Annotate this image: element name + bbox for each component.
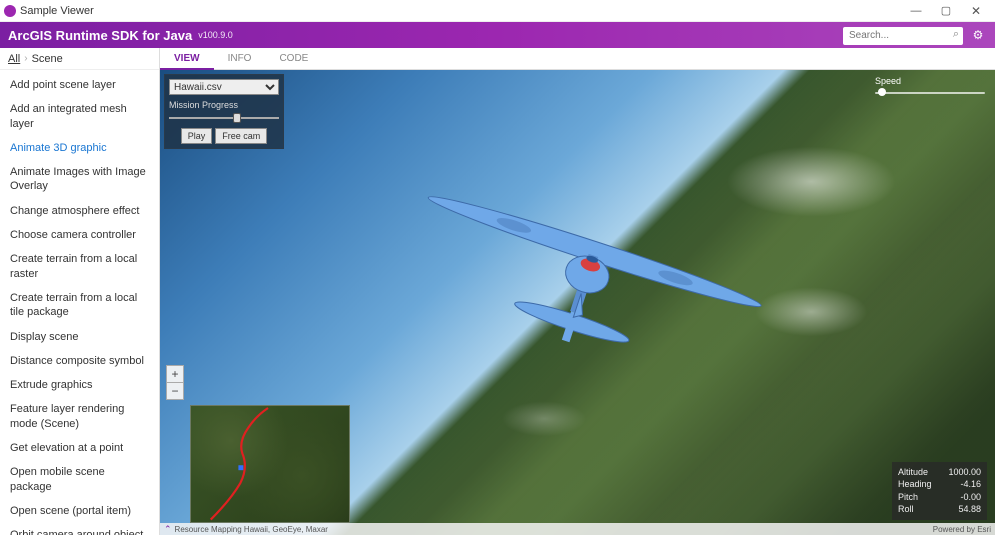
breadcrumb-current: Scene xyxy=(32,53,63,65)
zoom-controls: + − xyxy=(166,365,184,400)
tabs: VIEW INFO CODE xyxy=(160,48,995,70)
settings-button[interactable]: ⚙ xyxy=(969,26,987,44)
roll-value: 54.88 xyxy=(958,503,981,516)
sidebar: All › Scene Add point scene layerAdd an … xyxy=(0,48,160,535)
roll-label: Roll xyxy=(898,503,914,516)
mission-progress-label: Mission Progress xyxy=(169,100,279,110)
app-header: ArcGIS Runtime SDK for Java v100.9.0 ⌕ ⚙ xyxy=(0,22,995,48)
window-titlebar: Sample Viewer — ▢ ✕ xyxy=(0,0,995,22)
sidebar-item-sample[interactable]: Add an integrated mesh layer xyxy=(0,98,159,135)
sidebar-item-sample[interactable]: Choose camera controller xyxy=(0,224,159,246)
close-button[interactable]: ✕ xyxy=(961,4,991,18)
tab-info[interactable]: INFO xyxy=(214,48,266,69)
app-icon xyxy=(4,5,16,17)
gear-icon: ⚙ xyxy=(973,28,984,42)
sidebar-item-sample[interactable]: Open mobile scene package xyxy=(0,461,159,498)
minimap-plane-icon xyxy=(238,465,243,470)
sidebar-item-sample[interactable]: Extrude graphics xyxy=(0,374,159,396)
scene-view[interactable]: Hawaii.csv Mission Progress Play Free ca… xyxy=(160,70,995,535)
breadcrumb: All › Scene xyxy=(0,48,159,70)
window-title: Sample Viewer xyxy=(20,5,901,17)
sidebar-item-sample[interactable]: Distance composite symbol xyxy=(0,350,159,372)
camera-toggle-button[interactable]: Free cam xyxy=(215,128,267,144)
attribution-source: Resource Mapping Hawaii, GeoEye, Maxar xyxy=(175,525,933,534)
search-icon: ⌕ xyxy=(953,28,959,41)
speed-label: Speed xyxy=(875,76,985,86)
sample-list: Add point scene layerAdd an integrated m… xyxy=(0,70,159,535)
mission-dropdown[interactable]: Hawaii.csv xyxy=(169,79,279,95)
minimap[interactable] xyxy=(190,405,350,523)
sidebar-item-sample[interactable]: Open scene (portal item) xyxy=(0,500,159,522)
speed-slider[interactable] xyxy=(875,88,985,98)
mission-progress-slider[interactable] xyxy=(169,112,279,124)
minimize-button[interactable]: — xyxy=(901,5,931,17)
maximize-button[interactable]: ▢ xyxy=(931,4,961,17)
sidebar-item-sample[interactable]: Create terrain from a local raster xyxy=(0,248,159,285)
tab-view[interactable]: VIEW xyxy=(160,49,214,70)
play-button[interactable]: Play xyxy=(181,128,213,144)
sidebar-item-sample[interactable]: Feature layer rendering mode (Scene) xyxy=(0,398,159,435)
mission-control-panel: Hawaii.csv Mission Progress Play Free ca… xyxy=(164,74,284,149)
chevron-right-icon: › xyxy=(24,53,27,64)
sidebar-item-sample[interactable]: Create terrain from a local tile package xyxy=(0,287,159,324)
version-label: v100.9.0 xyxy=(198,30,233,40)
attribution-bar: ⌃ Resource Mapping Hawaii, GeoEye, Maxar… xyxy=(160,523,995,535)
attribution-powered: Powered by Esri xyxy=(933,525,991,534)
sidebar-item-sample[interactable]: Animate 3D graphic xyxy=(0,137,159,159)
search-wrap: ⌕ xyxy=(843,25,963,45)
flight-stats-panel: Altitude1000.00 Heading-4.16 Pitch-0.00 … xyxy=(892,462,987,520)
zoom-in-button[interactable]: + xyxy=(166,365,184,383)
sidebar-item-sample[interactable]: Add point scene layer xyxy=(0,74,159,96)
altitude-value: 1000.00 xyxy=(948,466,981,479)
altitude-label: Altitude xyxy=(898,466,928,479)
tab-code[interactable]: CODE xyxy=(265,48,322,69)
zoom-out-button[interactable]: − xyxy=(166,382,184,400)
speed-control: Speed xyxy=(875,76,985,98)
search-input[interactable] xyxy=(843,27,963,45)
sidebar-item-sample[interactable]: Orbit camera around object xyxy=(0,524,159,535)
breadcrumb-root[interactable]: All xyxy=(8,53,20,65)
heading-label: Heading xyxy=(898,478,932,491)
sidebar-item-sample[interactable]: Change atmosphere effect xyxy=(0,200,159,222)
pitch-value: -0.00 xyxy=(960,491,981,504)
sidebar-item-sample[interactable]: Animate Images with Image Overlay xyxy=(0,161,159,198)
chevron-up-icon[interactable]: ⌃ xyxy=(164,524,172,535)
sidebar-item-sample[interactable]: Get elevation at a point xyxy=(0,437,159,459)
sidebar-item-sample[interactable]: Display scene xyxy=(0,326,159,348)
pitch-label: Pitch xyxy=(898,491,918,504)
brand-title: ArcGIS Runtime SDK for Java xyxy=(8,28,192,43)
main-area: VIEW INFO CODE xyxy=(160,48,995,535)
heading-value: -4.16 xyxy=(960,478,981,491)
